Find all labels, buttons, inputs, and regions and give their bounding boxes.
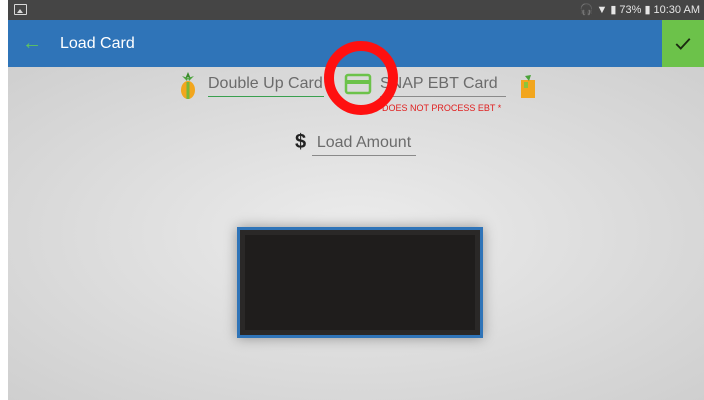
grocery-bag-icon xyxy=(521,75,535,98)
camera-preview-screen xyxy=(245,235,475,330)
checkmark-icon xyxy=(675,37,691,50)
load-card-content: Double Up Card SNAP EBT Card DOES NOT PR… xyxy=(8,41,704,400)
signal-icon: ▮ xyxy=(610,4,617,16)
wifi-icon: ▼ xyxy=(596,4,608,16)
pineapple-icon xyxy=(181,72,195,99)
app-frame: 🎧 ▼ ▮ 73% ▮ 10:30 AM ← Load Card Double … xyxy=(8,0,704,400)
camera-preview xyxy=(237,227,483,338)
clock: 10:30 AM xyxy=(653,4,700,16)
load-amount-input[interactable]: Load Amount xyxy=(312,133,416,156)
confirm-button[interactable] xyxy=(662,20,704,67)
currency-symbol: $ xyxy=(295,131,307,153)
battery-percent: 73% xyxy=(619,4,642,16)
battery-icon: ▮ xyxy=(644,4,651,16)
app-bar: ← Load Card xyxy=(8,20,704,67)
page-title: Load Card xyxy=(60,35,135,52)
credit-card-icon[interactable] xyxy=(344,72,372,96)
back-arrow-icon[interactable]: ← xyxy=(22,33,42,53)
headphones-icon: 🎧 xyxy=(579,4,594,16)
double-up-card-input[interactable]: Double Up Card xyxy=(208,74,324,97)
status-bar-right: 🎧 ▼ ▮ 73% ▮ 10:30 AM xyxy=(580,3,700,17)
status-bar: 🎧 ▼ ▮ 73% ▮ 10:30 AM xyxy=(8,0,704,20)
snap-ebt-card-input[interactable]: SNAP EBT Card xyxy=(380,74,506,97)
image-notification-icon xyxy=(14,4,27,15)
ebt-warning-text: DOES NOT PROCESS EBT * xyxy=(382,103,502,113)
